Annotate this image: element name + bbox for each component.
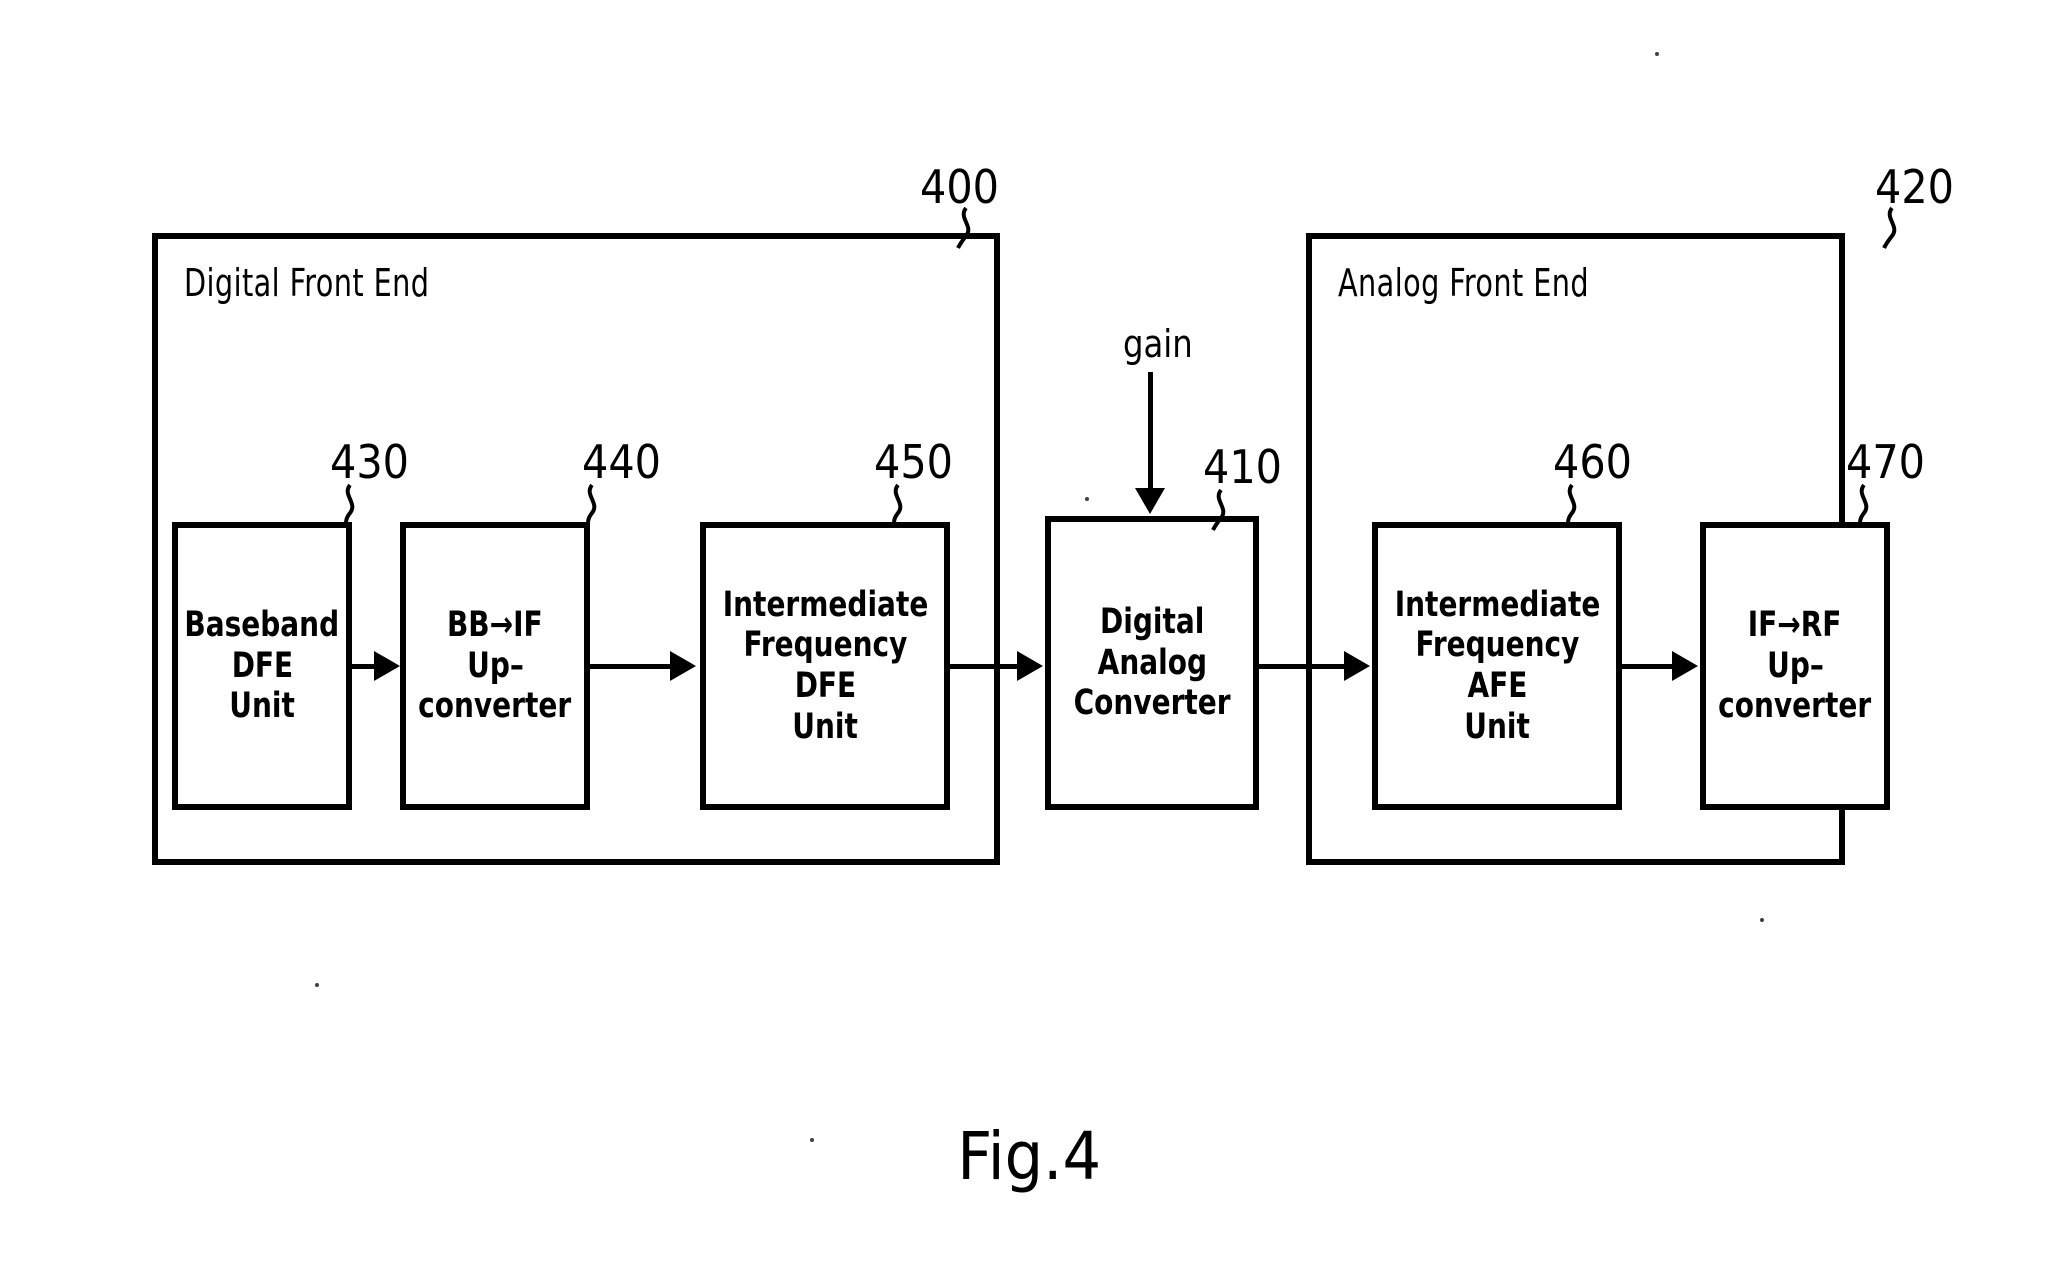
block-440-line-3: converter xyxy=(418,686,572,727)
connector-460-to-470 xyxy=(1622,664,1678,669)
scan-speckle xyxy=(315,983,319,987)
reference-numeral-420: 420 xyxy=(1875,160,1955,214)
analog-front-end-title: Analog Front End xyxy=(1338,261,1590,305)
reference-numeral-470: 470 xyxy=(1846,435,1926,489)
connector-450-to-410 xyxy=(950,664,1021,669)
digital-front-end-title: Digital Front End xyxy=(184,261,430,305)
leader-line-400 xyxy=(956,206,971,249)
block-470-line-1: IF→RF xyxy=(1748,605,1842,646)
block-410-line-2: Analog xyxy=(1097,642,1207,683)
reference-numeral-440: 440 xyxy=(582,435,662,489)
block-470-line-3: converter xyxy=(1718,686,1872,727)
scan-speckle xyxy=(810,1138,814,1142)
arrowhead-440-to-450 xyxy=(670,651,696,681)
block-460-line-2: Frequency xyxy=(1415,625,1579,666)
reference-numeral-450: 450 xyxy=(874,435,954,489)
leader-line-430 xyxy=(344,483,355,526)
block-410-line-1: Digital xyxy=(1099,602,1205,643)
block-bb-to-if-upconverter: BB→IF Up– converter xyxy=(400,522,590,810)
block-intermediate-frequency-dfe-unit: Intermediate Frequency DFE Unit xyxy=(700,522,950,810)
block-baseband-dfe-unit: Baseband DFE Unit xyxy=(172,522,352,810)
block-460-line-3: AFE xyxy=(1467,666,1527,706)
block-450-line-4: Unit xyxy=(792,706,858,747)
arrowhead-410-to-460 xyxy=(1344,651,1370,681)
reference-numeral-410: 410 xyxy=(1203,440,1283,494)
leader-line-440 xyxy=(586,483,597,526)
figure-caption-text: Fig.4 xyxy=(957,1118,1101,1195)
reference-numeral-460: 460 xyxy=(1553,435,1633,489)
block-450-line-1: Intermediate xyxy=(722,584,928,625)
block-460-line-4: Unit xyxy=(1464,706,1530,747)
block-440-line-2: Up– xyxy=(466,645,524,686)
block-if-to-rf-upconverter: IF→RF Up– converter xyxy=(1700,522,1890,810)
arrowhead-450-to-410 xyxy=(1017,651,1043,681)
block-430-line-2: DFE xyxy=(231,645,293,686)
leader-line-450 xyxy=(892,483,903,526)
figure-caption: Fig.4 xyxy=(0,1118,2058,1195)
block-digital-analog-converter: Digital Analog Converter xyxy=(1045,516,1259,810)
block-450-line-2: Frequency xyxy=(743,625,907,666)
connector-440-to-450 xyxy=(590,664,674,669)
leader-line-410 xyxy=(1211,488,1226,531)
block-440-line-1: BB→IF xyxy=(447,605,543,646)
block-470-line-2: Up– xyxy=(1766,645,1824,686)
block-430-line-3: Unit xyxy=(229,686,295,727)
block-460-line-1: Intermediate xyxy=(1394,584,1600,625)
scan-speckle xyxy=(1655,52,1659,56)
arrowhead-460-to-470 xyxy=(1672,651,1698,681)
reference-numeral-400: 400 xyxy=(920,160,1000,214)
leader-line-460 xyxy=(1566,483,1577,526)
arrowhead-430-to-440 xyxy=(374,651,400,681)
block-410-line-3: Converter xyxy=(1073,683,1231,724)
figure-canvas: Digital Front End Analog Front End Baseb… xyxy=(0,0,2058,1280)
connector-gain-to-dac xyxy=(1148,372,1153,490)
block-450-line-3: DFE xyxy=(794,666,856,706)
gain-signal-label: gain xyxy=(1123,322,1193,366)
leader-line-420 xyxy=(1882,206,1897,249)
leader-line-470 xyxy=(1858,483,1869,526)
reference-numeral-430: 430 xyxy=(330,435,410,489)
arrowhead-gain-to-dac xyxy=(1135,488,1165,514)
scan-speckle xyxy=(1085,497,1089,501)
block-intermediate-frequency-afe-unit: Intermediate Frequency AFE Unit xyxy=(1372,522,1622,810)
scan-speckle xyxy=(1760,918,1764,922)
block-430-line-1: Baseband xyxy=(184,605,340,646)
connector-410-to-460 xyxy=(1259,664,1348,669)
